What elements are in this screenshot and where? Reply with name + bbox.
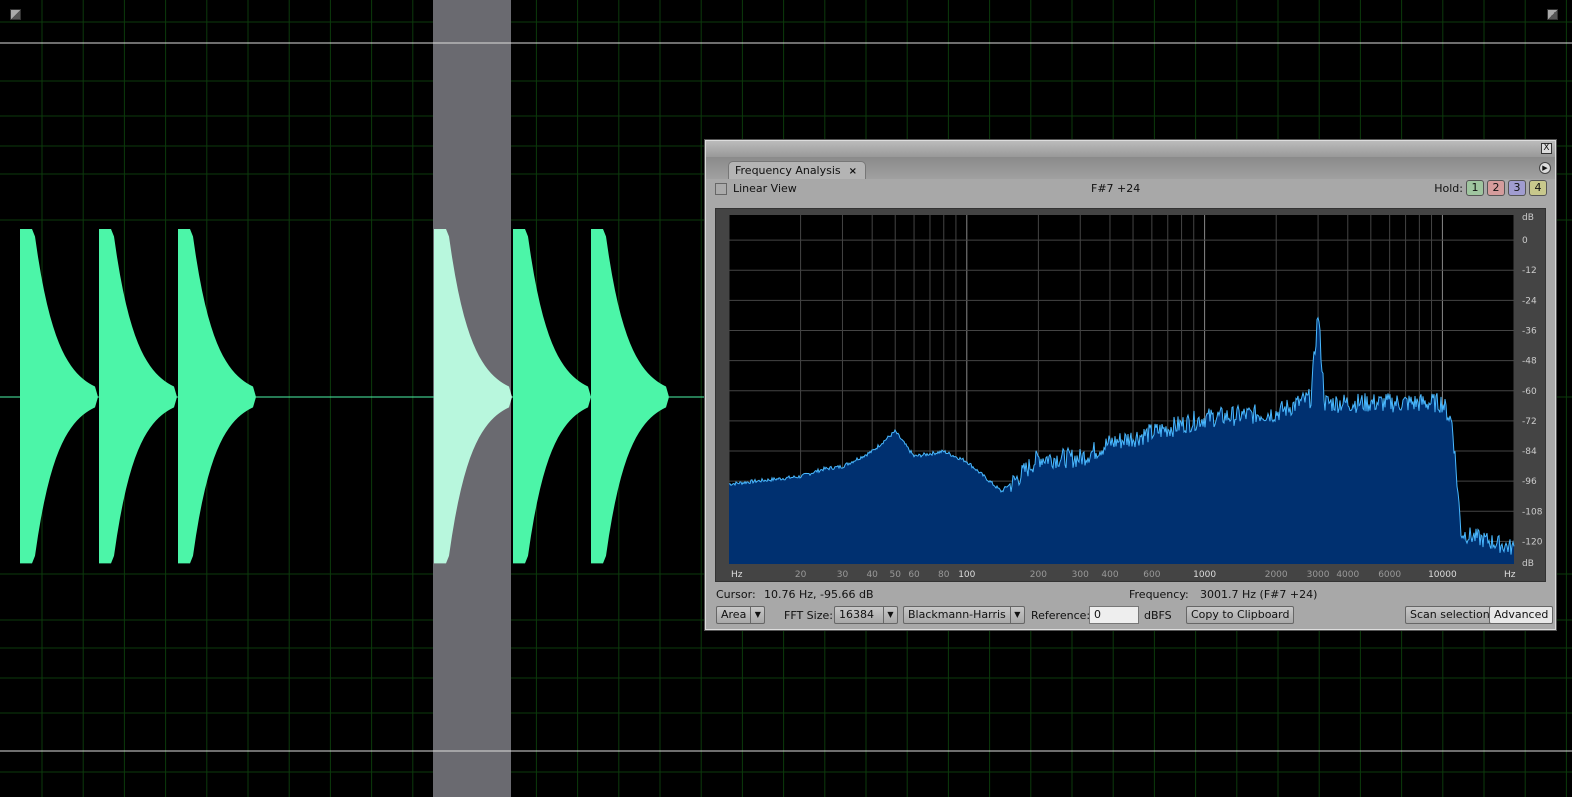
y-tick-label: -12 <box>1522 266 1537 276</box>
waveform-burst <box>20 229 98 564</box>
close-tab-icon[interactable]: × <box>849 166 857 177</box>
y-tick-label: -96 <box>1522 477 1537 487</box>
chevron-down-icon: ▼ <box>1009 607 1024 623</box>
reference-input[interactable]: 0 <box>1089 606 1139 624</box>
hold-button-3[interactable]: 3 <box>1508 180 1526 196</box>
plot-type-dropdown[interactable]: Area ▼ <box>716 606 766 624</box>
zoom-corner-icon[interactable] <box>10 9 21 20</box>
x-tick-label: 80 <box>938 570 950 580</box>
x-tick-label: 6000 <box>1378 570 1401 580</box>
close-panel-button[interactable]: X <box>1541 143 1552 154</box>
x-tick-label: 60 <box>908 570 920 580</box>
hold-label: Hold: <box>1434 181 1463 195</box>
cursor-value: 10.76 Hz, -95.66 dB <box>764 588 874 601</box>
frequency-analysis-panel: X Frequency Analysis × ▶ Linear View F#7 … <box>705 140 1556 630</box>
x-tick-label: 40 <box>866 570 878 580</box>
x-tick-label: 4000 <box>1336 570 1359 580</box>
zoom-corner-icon[interactable] <box>1547 9 1558 20</box>
x-tick-label: 100 <box>958 570 975 580</box>
scan-selection-button[interactable]: Scan selection <box>1405 606 1495 624</box>
y-tick-label: -60 <box>1522 387 1537 397</box>
fft-size-dropdown[interactable]: 16384 ▼ <box>834 606 898 624</box>
linear-view-checkbox[interactable] <box>715 183 727 195</box>
x-tick-label: 600 <box>1143 570 1160 580</box>
chevron-down-icon: ▼ <box>883 607 897 623</box>
hold-button-2[interactable]: 2 <box>1487 180 1505 196</box>
hold-button-1[interactable]: 1 <box>1466 180 1484 196</box>
frequency-value: 3001.7 Hz (F#7 +24) <box>1200 588 1318 601</box>
waveform-burst <box>178 229 256 564</box>
y-tick-label: -108 <box>1522 507 1543 517</box>
y-tick-label: -48 <box>1522 357 1537 367</box>
window-dropdown[interactable]: Blackmann-Harris ▼ <box>903 606 1025 624</box>
y-tick-label: dB <box>1522 559 1534 569</box>
x-tick-label: 10000 <box>1428 570 1457 580</box>
frequency-label: Frequency: <box>1129 588 1189 601</box>
y-tick-label: -36 <box>1522 326 1537 336</box>
panel-menu-icon[interactable]: ▶ <box>1539 162 1551 174</box>
tab-frequency-analysis[interactable]: Frequency Analysis × <box>728 161 867 179</box>
waveform-burst <box>591 229 669 564</box>
x-tick-label: 200 <box>1030 570 1047 580</box>
x-tick-label: Hz <box>731 570 743 580</box>
x-tick-label: 50 <box>889 570 901 580</box>
copy-to-clipboard-button[interactable]: Copy to Clipboard <box>1186 606 1295 624</box>
linear-view-label: Linear View <box>733 182 797 195</box>
x-tick-label: 3000 <box>1307 570 1330 580</box>
fft-size-label: FFT Size: <box>784 608 833 622</box>
x-tick-label: 400 <box>1101 570 1118 580</box>
tab-label: Frequency Analysis <box>735 164 841 177</box>
y-tick-label: -84 <box>1522 447 1537 457</box>
chevron-down-icon: ▼ <box>750 607 764 623</box>
y-tick-label: -120 <box>1522 537 1543 547</box>
cursor-label: Cursor: <box>716 588 756 601</box>
y-tick-label: -24 <box>1522 296 1537 306</box>
hold-button-4[interactable]: 4 <box>1529 180 1547 196</box>
y-tick-label: dB <box>1522 213 1534 223</box>
waveform-burst <box>513 229 591 564</box>
y-tick-label: 0 <box>1522 236 1528 246</box>
x-tick-label: 20 <box>795 570 807 580</box>
x-tick-label: Hz <box>1504 570 1516 580</box>
spectrum-plot[interactable]: Hz 20 30 40 50 60 80 100 200 300 400 600 1000 2000 300… <box>715 208 1546 582</box>
panel-titlebar[interactable]: X <box>706 141 1555 157</box>
x-tick-label: 1000 <box>1193 570 1216 580</box>
y-tick-label: -72 <box>1522 417 1537 427</box>
note-readout: F#7 +24 <box>1091 182 1141 195</box>
x-tick-label: 300 <box>1072 570 1089 580</box>
reference-label: Reference: <box>1031 608 1091 622</box>
reference-unit: dBFS <box>1144 608 1172 622</box>
x-tick-label: 30 <box>837 570 849 580</box>
x-tick-label: 2000 <box>1265 570 1288 580</box>
advanced-button[interactable]: Advanced <box>1489 606 1554 624</box>
